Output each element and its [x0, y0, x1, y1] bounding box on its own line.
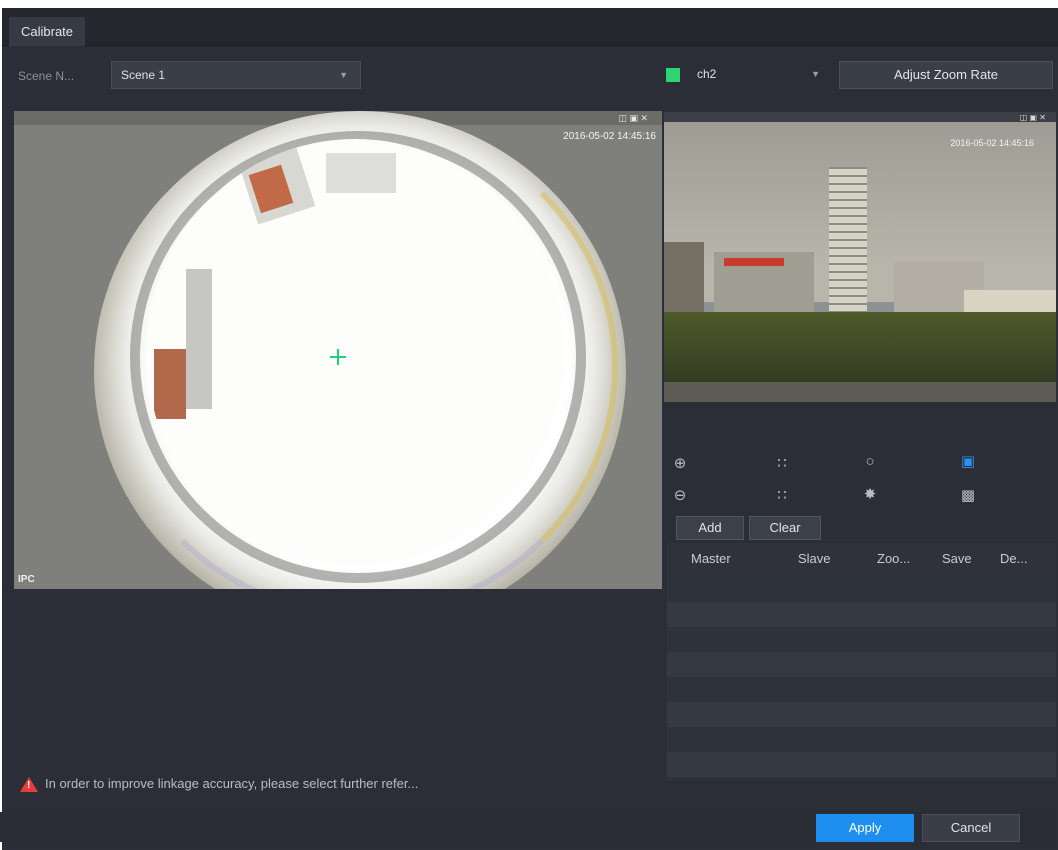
add-button[interactable]: Add: [676, 516, 744, 540]
iris-open-icon[interactable]: ○: [860, 452, 880, 472]
focus-near-icon[interactable]: ∷: [772, 454, 792, 474]
building-sign: [724, 258, 784, 266]
apply-button[interactable]: Apply: [816, 814, 914, 842]
ground: [664, 382, 1056, 402]
video-top-bar: [664, 112, 1056, 122]
scene-name-label: Scene N...: [18, 69, 75, 83]
table-row: [667, 752, 1056, 777]
fisheye-channel-label: IPC: [18, 574, 35, 585]
dialog-title: Calibrate: [9, 17, 86, 46]
table-row: [667, 702, 1056, 727]
table-header: Master Slave Zoo... Save De...: [667, 543, 1056, 577]
table-row: [667, 727, 1056, 752]
fisheye-image: [146, 139, 564, 565]
lock-icon[interactable]: ▩: [958, 486, 978, 506]
adjust-zoom-rate-button[interactable]: Adjust Zoom Rate: [839, 61, 1053, 89]
channel-select[interactable]: ch2 ▼: [688, 61, 832, 89]
video-toolbar-icons[interactable]: ◫ ▣ ✕: [618, 113, 648, 124]
scene-select[interactable]: Scene 1 ▼: [111, 61, 361, 89]
column-header-save[interactable]: Save: [942, 551, 972, 566]
table-row: [667, 602, 1056, 627]
chevron-down-icon: ▼: [811, 69, 820, 79]
warning-message: In order to improve linkage accuracy, pl…: [45, 776, 419, 791]
scene-select-value: Scene 1: [121, 68, 166, 82]
fisheye-video-view[interactable]: ◫ ▣ ✕ 2016-05-02 14:45:16 IPC: [14, 111, 662, 589]
zoom-in-icon[interactable]: ⊕: [670, 454, 690, 474]
table-row: [667, 577, 1056, 602]
building: [326, 153, 396, 193]
cancel-button[interactable]: Cancel: [922, 814, 1020, 842]
zoom-frame-icon[interactable]: ▣: [958, 452, 978, 472]
ptz-video-view[interactable]: ◫ ▣ ✕ 2016-05-02 14:45:16: [664, 112, 1056, 402]
table-row: [667, 677, 1056, 702]
title-bar: Calibrate: [2, 8, 1058, 46]
column-header-master[interactable]: Master: [691, 551, 731, 566]
iris-close-icon[interactable]: ✸: [860, 485, 880, 505]
ptz-osd-time: 2016-05-02 14:45:16: [950, 138, 1034, 148]
channel-select-value: ch2: [697, 67, 717, 81]
chevron-down-icon: ▼: [339, 70, 348, 80]
warning-icon: !: [20, 777, 38, 792]
trees: [664, 312, 1056, 392]
column-header-zoom[interactable]: Zoo...: [877, 551, 910, 566]
video-toolbar-icons[interactable]: ◫ ▣ ✕: [1020, 113, 1046, 122]
table-row: [667, 627, 1056, 652]
table-row: [667, 652, 1056, 677]
fisheye-osd-time: 2016-05-02 14:45:16: [563, 131, 656, 142]
calibration-points-table: Master Slave Zoo... Save De...: [667, 543, 1056, 781]
focus-far-icon[interactable]: ∷: [772, 486, 792, 506]
calibration-crosshair-icon[interactable]: [328, 347, 348, 367]
tower-building: [829, 167, 867, 327]
channel-color-swatch: [666, 68, 680, 82]
building: [186, 269, 212, 409]
zoom-out-icon[interactable]: ⊖: [670, 486, 690, 506]
column-header-slave[interactable]: Slave: [798, 551, 831, 566]
building: [154, 349, 186, 419]
clear-button[interactable]: Clear: [749, 516, 821, 540]
column-header-delete[interactable]: De...: [1000, 551, 1027, 566]
